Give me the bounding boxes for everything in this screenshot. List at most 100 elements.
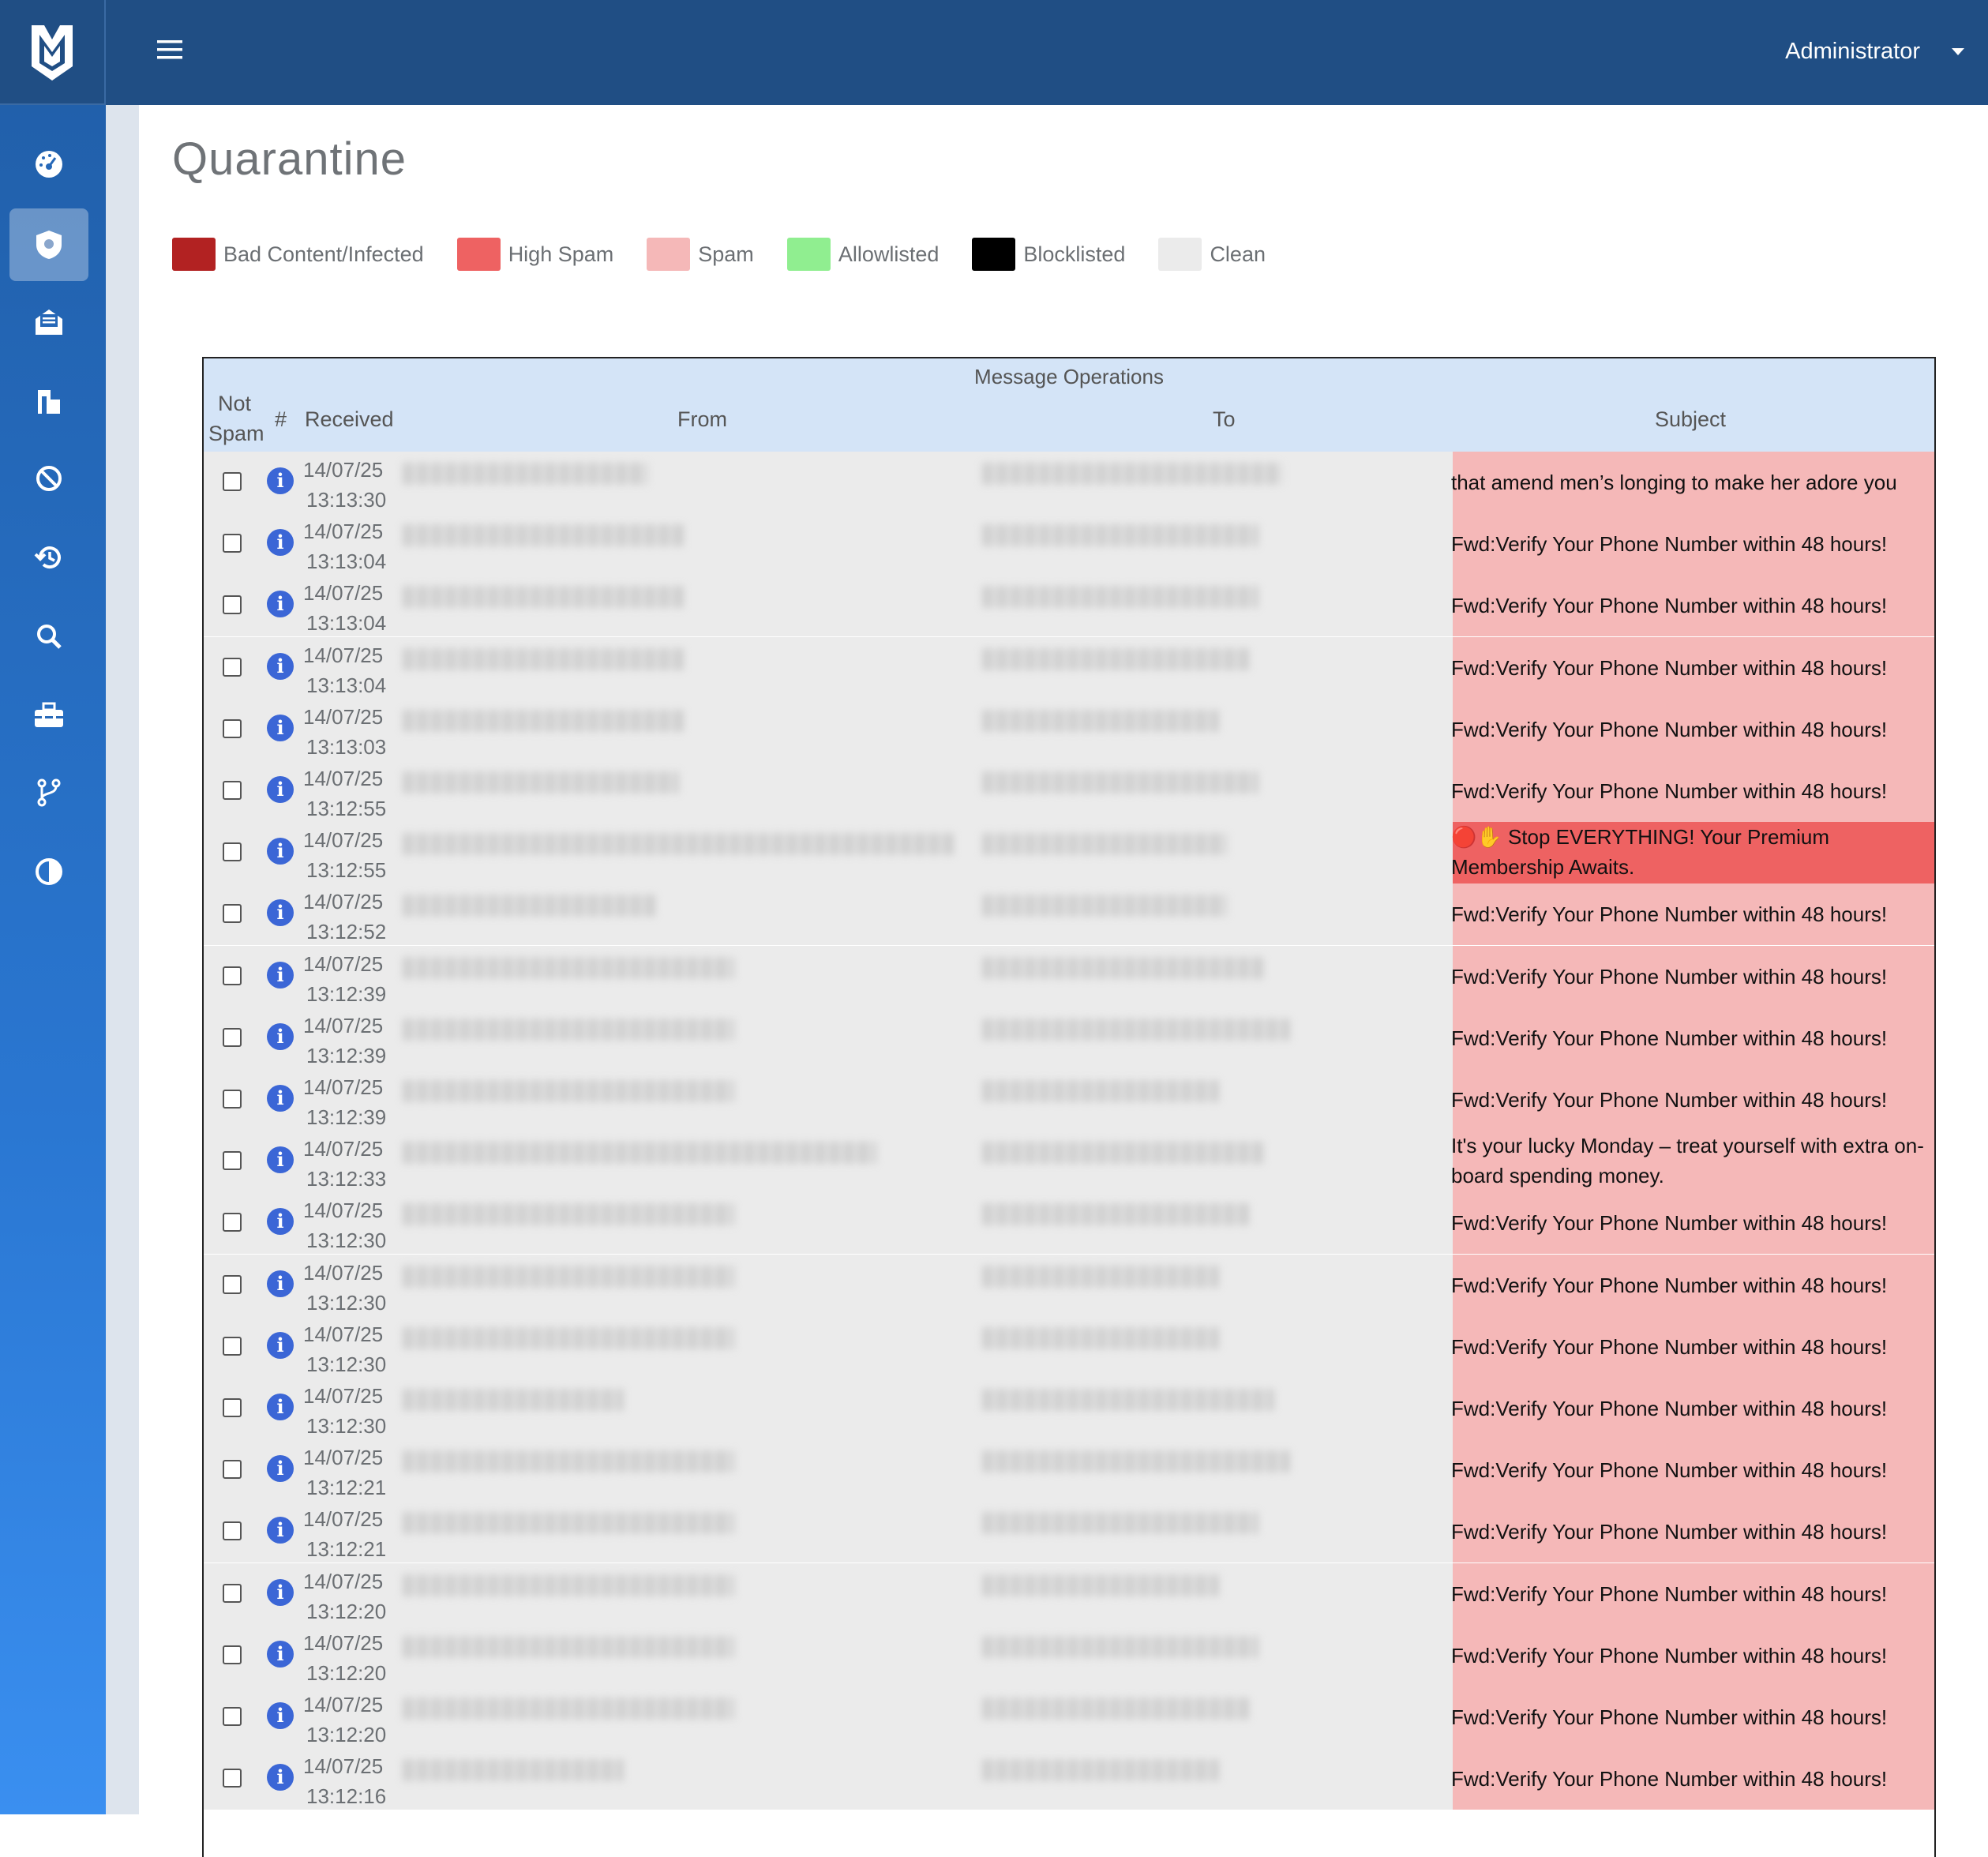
info-icon[interactable]: i [267, 1578, 294, 1606]
subject-cell[interactable]: Fwd:Verify Your Phone Number within 48 h… [1451, 883, 1933, 945]
info-icon[interactable]: i [267, 1146, 294, 1174]
subject-cell[interactable]: Fwd:Verify Your Phone Number within 48 h… [1451, 1192, 1933, 1254]
column-header-subject[interactable]: Subject [1655, 407, 1726, 432]
info-icon[interactable]: i [267, 776, 294, 803]
not-spam-checkbox[interactable] [223, 657, 242, 677]
table-row[interactable]: i 14/07/25 13:12:30 Fwd:Verify Your Phone N… [204, 1254, 1934, 1316]
table-row[interactable]: i 14/07/25 13:12:55 Fwd:Verify Your Phone N… [204, 760, 1934, 822]
subject-cell[interactable]: that amend men’s longing to make her ado… [1451, 452, 1933, 513]
not-spam-checkbox[interactable] [223, 718, 242, 738]
subject-cell[interactable]: Fwd:Verify Your Phone Number within 48 h… [1451, 1686, 1933, 1748]
subject-cell[interactable]: 🔴✋ Stop EVERYTHING! Your Premium Members… [1451, 822, 1933, 883]
not-spam-checkbox[interactable] [223, 472, 242, 491]
user-menu[interactable]: Administrator [1785, 32, 1964, 71]
not-spam-checkbox[interactable] [223, 1460, 242, 1480]
subject-cell[interactable]: Fwd:Verify Your Phone Number within 48 h… [1451, 946, 1933, 1007]
table-row[interactable]: i 14/07/25 13:13:04 Fwd:Verify Your Phone N… [204, 513, 1934, 576]
column-header-received[interactable]: Received [305, 407, 394, 432]
table-row[interactable]: i 14/07/25 13:12:55 🔴✋ Stop EVERYTHING! You… [204, 822, 1934, 884]
subject-cell[interactable]: Fwd:Verify Your Phone Number within 48 h… [1451, 1378, 1933, 1439]
column-header-from[interactable]: From [677, 407, 727, 432]
not-spam-checkbox[interactable] [223, 1398, 242, 1417]
not-spam-checkbox[interactable] [223, 1213, 242, 1232]
table-row[interactable]: i 14/07/25 13:12:39 Fwd:Verify Your Phone N… [204, 1069, 1934, 1131]
app-logo[interactable] [0, 0, 106, 105]
sidebar-item-git[interactable] [9, 756, 88, 829]
info-icon[interactable]: i [267, 467, 294, 494]
info-icon[interactable]: i [267, 1270, 294, 1297]
subject-cell[interactable]: Fwd:Verify Your Phone Number within 48 h… [1451, 1748, 1933, 1810]
table-row[interactable]: i 14/07/25 13:12:20 Fwd:Verify Your Phone N… [204, 1624, 1934, 1686]
table-row[interactable]: i 14/07/25 13:13:04 Fwd:Verify Your Phone N… [204, 636, 1934, 699]
sidebar-item-mail[interactable] [9, 286, 88, 358]
sidebar-item-search[interactable] [9, 600, 88, 673]
not-spam-checkbox[interactable] [223, 1707, 242, 1726]
subject-cell[interactable]: Fwd:Verify Your Phone Number within 48 h… [1451, 1563, 1933, 1625]
subject-cell[interactable]: Fwd:Verify Your Phone Number within 48 h… [1451, 1007, 1933, 1069]
sidebar-item-blocklist[interactable] [9, 442, 88, 515]
table-row[interactable]: i 14/07/25 13:12:30 Fwd:Verify Your Phone N… [204, 1378, 1934, 1439]
sidebar-item-reports[interactable] [9, 365, 88, 437]
not-spam-checkbox[interactable] [223, 781, 242, 800]
not-spam-checkbox[interactable] [223, 1274, 242, 1294]
subject-cell[interactable]: Fwd:Verify Your Phone Number within 48 h… [1451, 1069, 1933, 1131]
table-row[interactable]: i 14/07/25 13:12:21 Fwd:Verify Your Phone N… [204, 1439, 1934, 1502]
subject-cell[interactable]: Fwd:Verify Your Phone Number within 48 h… [1451, 1255, 1933, 1316]
not-spam-checkbox[interactable] [223, 1645, 242, 1664]
not-spam-checkbox[interactable] [223, 1583, 242, 1603]
subject-cell[interactable]: Fwd:Verify Your Phone Number within 48 h… [1451, 1439, 1933, 1501]
not-spam-checkbox[interactable] [223, 1027, 242, 1047]
not-spam-checkbox[interactable] [223, 595, 242, 615]
subject-cell[interactable]: Fwd:Verify Your Phone Number within 48 h… [1451, 637, 1933, 699]
info-icon[interactable]: i [267, 1764, 294, 1791]
info-icon[interactable]: i [267, 1394, 294, 1420]
sidebar-item-dashboard[interactable] [9, 128, 88, 201]
table-row[interactable]: i 14/07/25 13:12:33 It's your lucky Monday … [204, 1131, 1934, 1193]
info-icon[interactable]: i [267, 1022, 294, 1050]
info-icon[interactable]: i [267, 1331, 294, 1359]
info-icon[interactable]: i [267, 652, 294, 680]
info-icon[interactable]: i [267, 1455, 294, 1483]
info-icon[interactable]: i [267, 529, 294, 557]
table-row[interactable]: i 14/07/25 13:12:30 Fwd:Verify Your Phone N… [204, 1192, 1934, 1255]
info-icon[interactable]: i [267, 1085, 294, 1112]
table-row[interactable]: i 14/07/25 13:13:04 Fwd:Verify Your Phone N… [204, 575, 1934, 637]
menu-toggle-button[interactable] [150, 30, 189, 69]
table-row[interactable]: i 14/07/25 13:12:30 Fwd:Verify Your Phone N… [204, 1315, 1934, 1378]
subject-cell[interactable]: Fwd:Verify Your Phone Number within 48 h… [1451, 575, 1933, 636]
table-row[interactable]: i 14/07/25 13:12:21 Fwd:Verify Your Phone N… [204, 1501, 1934, 1563]
sidebar-item-history[interactable] [9, 521, 88, 594]
info-icon[interactable]: i [267, 961, 294, 989]
info-icon[interactable]: i [267, 838, 294, 865]
sidebar-item-theme[interactable] [9, 835, 88, 908]
subject-cell[interactable]: Fwd:Verify Your Phone Number within 48 h… [1451, 1316, 1933, 1378]
not-spam-checkbox[interactable] [223, 1521, 242, 1541]
subject-cell[interactable]: Fwd:Verify Your Phone Number within 48 h… [1451, 699, 1933, 760]
not-spam-checkbox[interactable] [223, 842, 242, 862]
table-row[interactable]: i 14/07/25 13:12:20 Fwd:Verify Your Phone N… [204, 1563, 1934, 1625]
not-spam-checkbox[interactable] [223, 1090, 242, 1109]
info-icon[interactable]: i [267, 1640, 294, 1668]
table-row[interactable]: i 14/07/25 13:13:03 Fwd:Verify Your Phone N… [204, 698, 1934, 760]
not-spam-checkbox[interactable] [223, 966, 242, 985]
not-spam-checkbox[interactable] [223, 904, 242, 924]
column-header-to[interactable]: To [1213, 407, 1236, 432]
subject-cell[interactable]: Fwd:Verify Your Phone Number within 48 h… [1451, 760, 1933, 822]
subject-cell[interactable]: Fwd:Verify Your Phone Number within 48 h… [1451, 513, 1933, 575]
table-row[interactable]: i 14/07/25 13:12:16 Fwd:Verify Your Phone N… [204, 1748, 1934, 1810]
info-icon[interactable]: i [267, 714, 294, 741]
not-spam-checkbox[interactable] [223, 1151, 242, 1171]
not-spam-checkbox[interactable] [223, 1769, 242, 1788]
not-spam-checkbox[interactable] [223, 1336, 242, 1356]
info-icon[interactable]: i [267, 1702, 294, 1729]
table-row[interactable]: i 14/07/25 13:13:30 that amend men’s longin… [204, 452, 1934, 513]
subject-cell[interactable]: Fwd:Verify Your Phone Number within 48 h… [1451, 1501, 1933, 1563]
not-spam-checkbox[interactable] [223, 534, 242, 553]
table-row[interactable]: i 14/07/25 13:12:39 Fwd:Verify Your Phone N… [204, 1007, 1934, 1069]
table-row[interactable]: i 14/07/25 13:12:20 Fwd:Verify Your Phone N… [204, 1686, 1934, 1748]
sidebar-item-quarantine[interactable] [9, 208, 88, 281]
subject-cell[interactable]: Fwd:Verify Your Phone Number within 48 h… [1451, 1625, 1933, 1686]
sidebar-item-tools[interactable] [9, 679, 88, 752]
subject-cell[interactable]: It's your lucky Monday – treat yourself … [1451, 1131, 1933, 1192]
table-row[interactable]: i 14/07/25 13:12:52 Fwd:Verify Your Phone N… [204, 883, 1934, 946]
